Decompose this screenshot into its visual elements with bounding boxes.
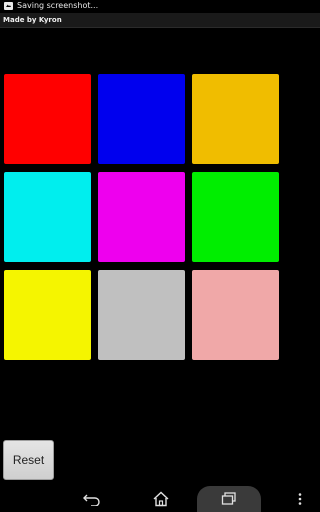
- tile-orange[interactable]: [192, 74, 279, 164]
- home-icon: [153, 491, 169, 507]
- recents-icon: [221, 492, 236, 505]
- tile-blue[interactable]: [98, 74, 185, 164]
- back-icon: [83, 494, 100, 506]
- back-button[interactable]: [72, 486, 112, 512]
- screenshot-icon: [4, 2, 13, 10]
- tile-red[interactable]: [4, 74, 91, 164]
- recents-button[interactable]: [197, 486, 261, 512]
- menu-button[interactable]: [280, 486, 320, 512]
- tile-yellow[interactable]: [4, 270, 91, 360]
- status-bar: Saving screenshot...: [0, 0, 320, 13]
- app-title: Made by Kyron: [3, 16, 62, 24]
- color-grid: [4, 74, 281, 363]
- reset-button[interactable]: Reset: [3, 440, 54, 480]
- menu-dots-icon: [298, 493, 302, 505]
- tile-pink[interactable]: [192, 270, 279, 360]
- title-bar: Made by Kyron: [0, 13, 320, 28]
- status-notification-text: Saving screenshot...: [17, 1, 99, 10]
- navigation-bar: [0, 486, 320, 512]
- home-button[interactable]: [141, 486, 181, 512]
- tile-magenta[interactable]: [98, 172, 185, 262]
- tile-green[interactable]: [192, 172, 279, 262]
- tile-gray[interactable]: [98, 270, 185, 360]
- tile-cyan[interactable]: [4, 172, 91, 262]
